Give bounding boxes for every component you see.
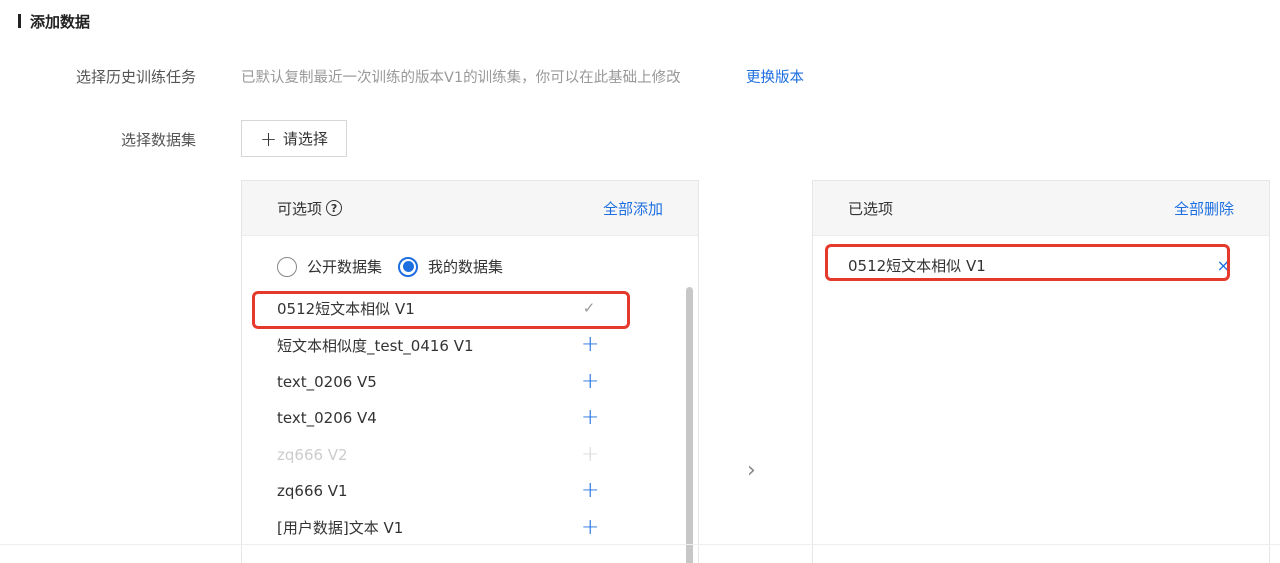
radio-public-label: 公开数据集 bbox=[307, 258, 383, 276]
list-item[interactable]: [用户数据]文本 V1 + bbox=[242, 510, 682, 547]
list-item-disabled: zq666 V2 + bbox=[242, 437, 682, 474]
add-icon[interactable]: + bbox=[581, 407, 599, 429]
bottom-divider bbox=[0, 544, 1280, 545]
selected-panel-header: 已选项 全部删除 bbox=[813, 181, 1269, 236]
list-item[interactable]: text_0206 V5 + bbox=[242, 364, 682, 401]
list-item-label: text_0206 V4 bbox=[277, 409, 377, 428]
list-item-label: text_0206 V5 bbox=[277, 372, 377, 391]
remove-all-button[interactable]: 全部删除 bbox=[1174, 198, 1234, 219]
select-dataset-button-label: 请选择 bbox=[282, 130, 328, 148]
list-item-label: 短文本相似度_test_0416 V1 bbox=[277, 336, 474, 355]
highlight-annotation-left bbox=[252, 291, 630, 329]
highlight-annotation-right bbox=[825, 244, 1230, 281]
select-dataset-button[interactable]: + 请选择 bbox=[241, 120, 347, 157]
add-icon: + bbox=[581, 441, 600, 467]
section-title: 添加数据 bbox=[18, 10, 90, 32]
add-icon[interactable]: + bbox=[581, 480, 599, 502]
dataset-label: 选择数据集 bbox=[120, 131, 196, 149]
available-panel-title-text: 可选项 bbox=[277, 199, 323, 218]
add-all-button[interactable]: 全部添加 bbox=[603, 198, 663, 219]
available-panel-header: 可选项 ? 全部添加 bbox=[242, 181, 698, 236]
help-icon[interactable]: ? bbox=[326, 200, 343, 216]
list-item-label: [用户数据]文本 V1 bbox=[277, 519, 404, 538]
history-task-label: 选择历史训练任务 bbox=[75, 68, 196, 86]
selected-panel: 已选项 全部删除 0512短文本相似 V1 × bbox=[812, 180, 1270, 563]
add-icon[interactable]: + bbox=[581, 516, 599, 539]
list-item[interactable]: zq666 V1 + bbox=[242, 473, 682, 510]
change-version-link[interactable]: 更换版本 bbox=[746, 66, 804, 87]
title-bar-decoration bbox=[18, 14, 21, 28]
dataset-type-radio-group: 公开数据集 我的数据集 bbox=[277, 256, 519, 277]
add-icon[interactable]: + bbox=[581, 370, 599, 393]
list-item-label: zq666 V1 bbox=[277, 482, 348, 501]
section-title-text: 添加数据 bbox=[30, 12, 91, 31]
transfer-arrow-icon[interactable]: › bbox=[747, 458, 756, 483]
radio-public-datasets[interactable]: 公开数据集 bbox=[277, 256, 382, 277]
available-panel: 可选项 ? 全部添加 公开数据集 我的数据集 0512短文本相似 V1 ✓ 短文… bbox=[241, 180, 699, 563]
selected-panel-title: 已选项 bbox=[848, 199, 894, 218]
plus-icon: + bbox=[260, 126, 277, 151]
radio-my-datasets[interactable]: 我的数据集 bbox=[398, 256, 503, 277]
radio-circle-checked-icon bbox=[398, 256, 419, 277]
list-scrollbar[interactable] bbox=[686, 287, 693, 563]
history-description: 已默认复制最近一次训练的版本V1的训练集，你可以在此基础上修改 bbox=[241, 70, 681, 86]
list-item[interactable]: 短文本相似度_test_0416 V1 + bbox=[242, 327, 682, 364]
list-item[interactable]: text_0206 V4 + bbox=[242, 400, 682, 437]
list-item-label: zq666 V2 bbox=[277, 445, 348, 464]
radio-my-label: 我的数据集 bbox=[428, 258, 504, 276]
add-icon[interactable]: + bbox=[581, 334, 599, 356]
available-panel-title: 可选项 ? bbox=[277, 198, 343, 219]
radio-circle-icon bbox=[277, 256, 297, 277]
